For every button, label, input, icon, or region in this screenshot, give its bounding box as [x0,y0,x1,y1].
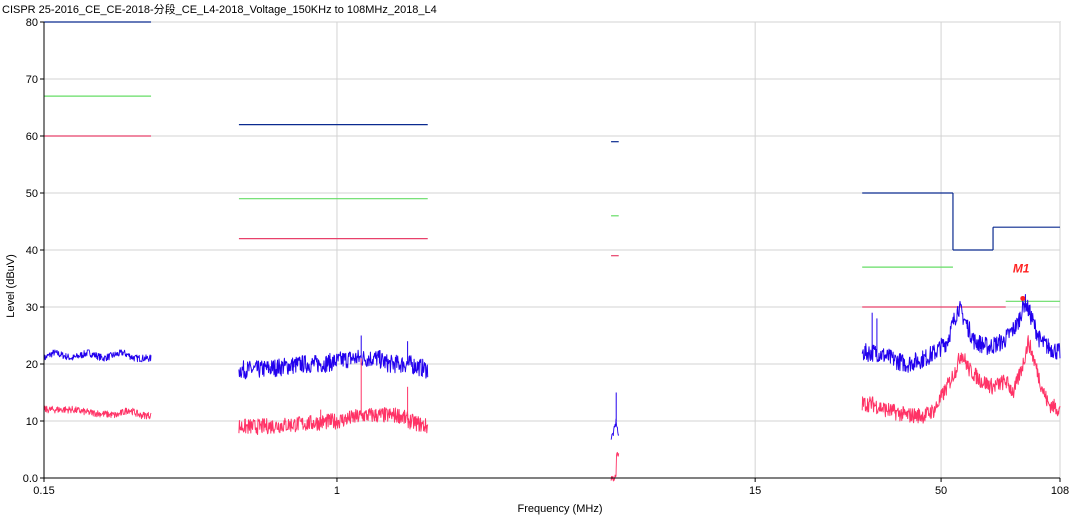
y-tick-label: 10 [26,416,38,428]
y-tick-label: 30 [26,302,38,314]
y-tick-label: 20 [26,359,38,371]
x-tick-label: 15 [749,485,761,497]
avg-trace [610,451,620,482]
x-tick-label: 1 [334,485,340,497]
y-axis-label: Level (dBuV) [5,254,17,318]
y-tick-label: 80 [26,17,38,29]
avg-trace [861,335,1061,424]
peak-trace [43,349,152,363]
x-axis-label: Frequency (MHz) [518,503,603,515]
marker-label: M1 [1013,261,1030,275]
avg-trace [43,405,152,420]
y-tick-label: 50 [26,188,38,200]
markers: M1 [1013,261,1030,301]
avg-trace [238,407,429,435]
y-tick-label: 0.0 [23,473,38,485]
x-tick-label: 0.15 [33,485,54,497]
limit-lines [44,21,1060,308]
y-tick-label: 70 [26,74,38,86]
grid-layer [43,21,1061,479]
y-tick-label: 60 [26,131,38,143]
x-tick-label: 50 [935,485,947,497]
axes: 0.0 10 20 30 40 50 60 70 80 0.15 1 15 50 108 [23,17,1069,497]
peak-trace [610,418,620,440]
emission-chart: M1 0.0 10 20 30 40 50 60 70 80 0.15 1 15 50 108 Frequ… [5,17,1069,515]
marker-point [1020,295,1026,301]
x-tick-label: 108 [1051,485,1069,497]
y-tick-label: 40 [26,245,38,257]
traces [43,294,1061,482]
